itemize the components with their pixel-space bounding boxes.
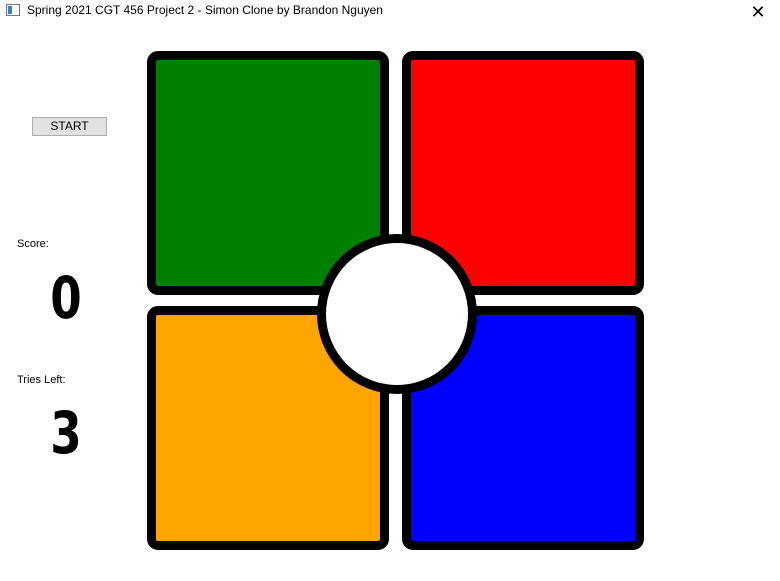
tries-left-value: 3	[50, 399, 82, 467]
title-bar: Spring 2021 CGT 456 Project 2 - Simon Cl…	[0, 0, 780, 26]
center-disc	[317, 234, 477, 394]
window-title: Spring 2021 CGT 456 Project 2 - Simon Cl…	[27, 3, 383, 17]
app-window: Spring 2021 CGT 456 Project 2 - Simon Cl…	[0, 0, 780, 581]
app-icon	[6, 4, 20, 16]
close-icon: ✕	[750, 1, 766, 22]
close-button[interactable]: ✕	[736, 0, 780, 24]
score-label: Score:	[17, 238, 49, 250]
tries-left-label: Tries Left:	[17, 374, 66, 386]
score-value: 0	[50, 264, 82, 332]
start-button[interactable]: START	[32, 117, 107, 136]
